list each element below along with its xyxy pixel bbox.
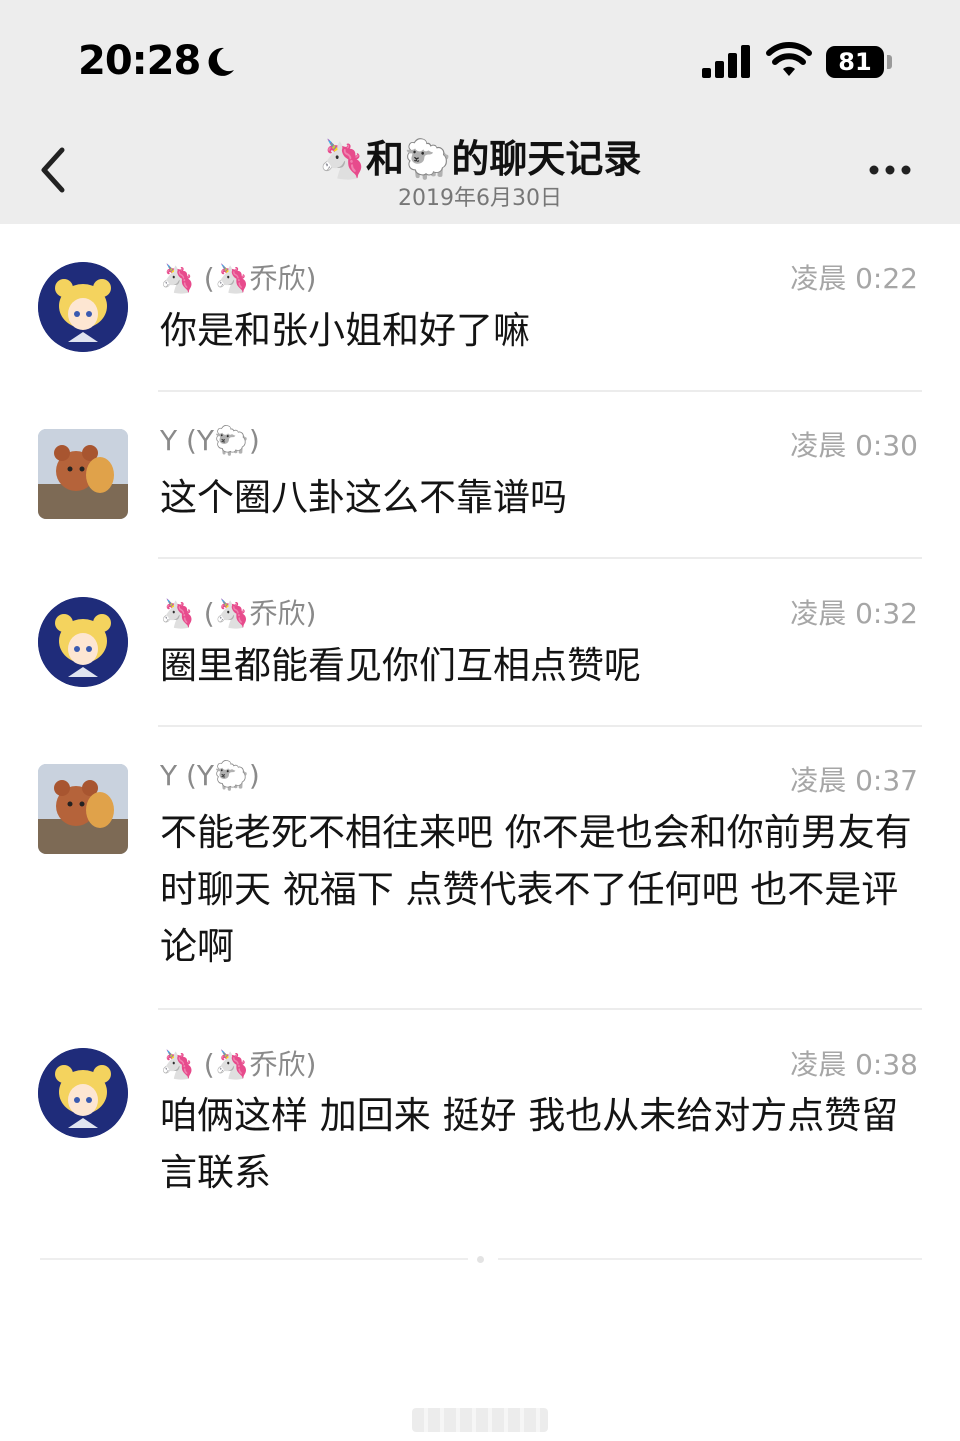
end-divider-line <box>498 1258 922 1260</box>
message-divider <box>158 557 922 559</box>
message-text: 不能老死不相往来吧 你不是也会和你前男友有时聊天 祝福下 点赞代表不了任何吧 也… <box>160 811 912 968</box>
more-dots-icon[interactable] <box>860 150 920 190</box>
message-time: 凌晨 0:37 <box>790 764 918 797</box>
message-sender: 🦄 (🦄乔欣) <box>160 262 317 295</box>
message-divider <box>158 390 922 392</box>
back-chevron-icon[interactable] <box>30 140 80 200</box>
sailor-moon-avatar-icon <box>38 262 128 352</box>
message-time: 凌晨 0:38 <box>790 1048 918 1081</box>
message-sender: Y (Y🐑) <box>160 759 260 792</box>
bear-avatar-icon <box>38 764 128 854</box>
wifi-icon <box>766 42 812 76</box>
sailor-moon-avatar-icon <box>38 1048 128 1138</box>
message-divider <box>158 1008 922 1010</box>
message-text: 这个圈八卦这么不靠谱吗 <box>160 476 567 519</box>
sailor-moon-avatar-icon <box>38 597 128 687</box>
title-suffix: 的聊天记录 <box>451 137 642 181</box>
message-time: 凌晨 0:22 <box>790 262 918 295</box>
bear-avatar[interactable] <box>38 764 128 854</box>
battery-tip <box>887 55 892 69</box>
end-divider-dot <box>477 1256 484 1263</box>
message-divider <box>158 725 922 727</box>
status-time: 20:28 <box>78 38 201 84</box>
sheep-emoji-icon: 🐑 <box>404 137 452 181</box>
unicorn-emoji-icon: 🦄 <box>318 137 366 181</box>
sailor-moon-avatar[interactable] <box>38 1048 128 1138</box>
page-subtitle-date: 2019年6月30日 <box>398 186 562 211</box>
sailor-moon-avatar[interactable] <box>38 262 128 352</box>
cellular-signal-icon <box>702 45 750 78</box>
blurred-watermark <box>412 1408 548 1432</box>
message-text: 咱俩这样 加回来 挺好 我也从未给对方点赞留言联系 <box>160 1094 899 1194</box>
bear-avatar-icon <box>38 429 128 519</box>
message-text: 圈里都能看见你们互相点赞呢 <box>160 644 641 687</box>
message-sender: 🦄 (🦄乔欣) <box>160 1048 317 1081</box>
message-sender: Y (Y🐑) <box>160 424 260 457</box>
battery-indicator: 81 <box>826 46 884 78</box>
page-title: 🦄和🐑的聊天记录 <box>240 128 720 183</box>
title-joiner: 和 <box>365 137 404 181</box>
bear-avatar[interactable] <box>38 429 128 519</box>
message-sender: 🦄 (🦄乔欣) <box>160 597 317 630</box>
message-text: 你是和张小姐和好了嘛 <box>160 309 530 352</box>
end-divider-line <box>40 1258 468 1260</box>
message-time: 凌晨 0:32 <box>790 597 918 630</box>
sailor-moon-avatar[interactable] <box>38 597 128 687</box>
moon-icon <box>208 47 234 76</box>
message-time: 凌晨 0:30 <box>790 429 918 462</box>
